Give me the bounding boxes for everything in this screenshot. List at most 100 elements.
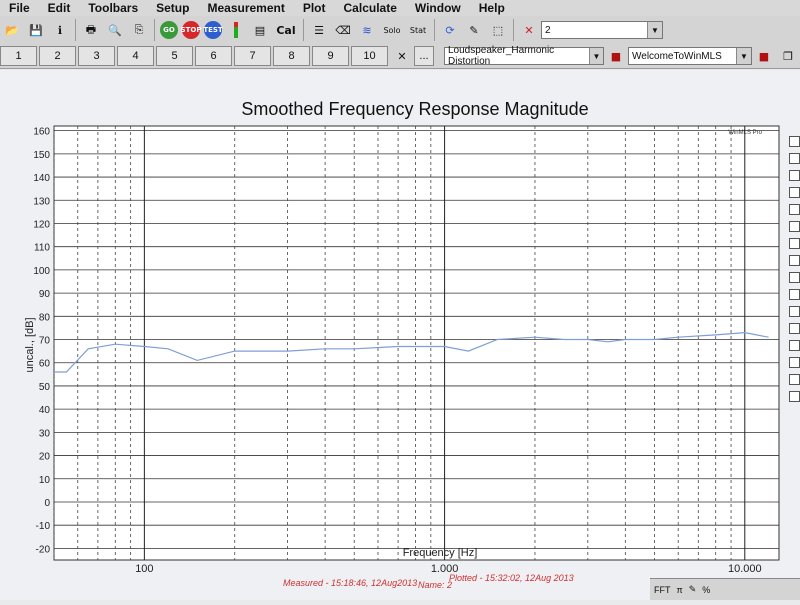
y-tick-label: 70 — [39, 336, 51, 347]
trace-checkbox[interactable] — [789, 221, 800, 232]
test-button[interactable]: TEST — [203, 21, 223, 39]
trace-select-value: 2 — [545, 24, 551, 36]
preset-button-1[interactable]: 1 — [0, 46, 37, 66]
pen-icon[interactable]: ✎ — [464, 20, 484, 40]
record-icon[interactable]: ■ — [606, 46, 626, 66]
trace-checkbox[interactable] — [789, 170, 800, 181]
menu-setup[interactable]: Setup — [147, 1, 198, 15]
y-tick-label: 30 — [39, 428, 51, 439]
eraser-icon[interactable]: ⌫ — [333, 20, 353, 40]
level-meter-icon[interactable] — [226, 20, 246, 40]
pi-icon[interactable]: π — [677, 585, 683, 595]
chevron-down-icon[interactable]: ▼ — [736, 48, 751, 64]
y-tick-label: 160 — [33, 127, 50, 138]
trace-checkbox[interactable] — [789, 340, 800, 351]
delete-trace-icon[interactable]: ✕ — [519, 20, 539, 40]
preset-button-5[interactable]: 5 — [156, 46, 193, 66]
print-preview-icon[interactable]: 🔍 — [105, 20, 125, 40]
preset-button-8[interactable]: 8 — [273, 46, 310, 66]
stat-button[interactable]: Stat — [407, 20, 429, 40]
x-tick-label: 10.000 — [728, 563, 762, 575]
menu-help[interactable]: Help — [470, 1, 514, 15]
y-tick-label: 60 — [39, 359, 51, 370]
y-tick-label: 150 — [33, 150, 50, 161]
chevron-down-icon[interactable]: ▼ — [647, 22, 662, 38]
trace-checkbox[interactable] — [789, 391, 800, 402]
save-icon[interactable]: 💾 — [26, 20, 46, 40]
preset-button-10[interactable]: 10 — [351, 46, 388, 66]
stop-button[interactable]: STOP — [181, 21, 201, 39]
preset-button-6[interactable]: 6 — [195, 46, 232, 66]
trace-select[interactable]: 2 ▼ — [541, 21, 663, 39]
preset-button-9[interactable]: 9 — [312, 46, 349, 66]
cube-icon[interactable]: ⬚ — [488, 20, 508, 40]
refresh-icon[interactable]: ⟳ — [440, 20, 460, 40]
trace-checkbox[interactable] — [789, 272, 800, 283]
print-icon[interactable]: 🖶 — [81, 20, 101, 40]
plot-area[interactable] — [53, 125, 780, 561]
menu-calculate[interactable]: Calculate — [335, 1, 406, 15]
window-icon[interactable]: ❐ — [778, 46, 798, 66]
menu-plot[interactable]: Plot — [294, 1, 335, 15]
trace-checkbox[interactable] — [789, 374, 800, 385]
menu-window[interactable]: Window — [406, 1, 470, 15]
plot-window: Smoothed Frequency Response Magnitude 16… — [0, 70, 800, 600]
macro-select-value: Loudspeaker_Harmonic Distortion — [448, 45, 555, 67]
y-tick-label: 50 — [39, 382, 51, 393]
toolbar-divider — [75, 19, 76, 41]
menu-measurement[interactable]: Measurement — [198, 1, 293, 15]
list-icon[interactable]: ☰ — [309, 20, 329, 40]
preset-button-3[interactable]: 3 — [78, 46, 115, 66]
pen-icon[interactable]: ✎ — [689, 584, 697, 595]
percent-icon[interactable]: % — [702, 585, 710, 595]
x-tick-label: 100 — [135, 563, 153, 575]
trace-checkbox[interactable] — [789, 136, 800, 147]
waves-icon[interactable]: ≋ — [357, 20, 377, 40]
preset-button-2[interactable]: 2 — [39, 46, 76, 66]
trace-checkbox[interactable] — [789, 153, 800, 164]
chart-title: Smoothed Frequency Response Magnitude — [241, 99, 588, 119]
save-setup-icon[interactable]: ■ — [754, 46, 774, 66]
trace-checkbox[interactable] — [789, 238, 800, 249]
preset-button-7[interactable]: 7 — [234, 46, 271, 66]
open-folder-icon[interactable]: 📂 — [2, 20, 22, 40]
y-tick-label: 40 — [39, 405, 51, 416]
y-axis-label: uncal., [dB] — [24, 317, 36, 372]
menu-file[interactable]: File — [0, 1, 39, 15]
fft-label[interactable]: FFT — [654, 585, 671, 595]
copy-icon[interactable]: ⎘ — [129, 20, 149, 40]
trace-checkbox[interactable] — [789, 289, 800, 300]
trace-checkbox[interactable] — [789, 204, 800, 215]
go-button[interactable]: GO — [160, 21, 178, 39]
solo-button[interactable]: Solo — [381, 20, 403, 40]
preset-button-4[interactable]: 4 — [117, 46, 154, 66]
y-tick-label: 90 — [39, 289, 51, 300]
frequency-response-chart[interactable]: Smoothed Frequency Response Magnitude 16… — [0, 70, 800, 600]
y-tick-label: 110 — [34, 243, 50, 254]
trace-checkbox[interactable] — [789, 306, 800, 317]
toolbar-divider — [513, 19, 514, 41]
macro-select[interactable]: Loudspeaker_Harmonic Distortion ▼ — [444, 45, 604, 67]
secondary-toolbar: 1 2 3 4 5 6 7 8 9 10 ✕ ... Loudspeaker_H… — [0, 44, 800, 69]
toolbar-divider — [303, 19, 304, 41]
trace-checkbox[interactable] — [789, 187, 800, 198]
close-icon[interactable]: ✕ — [392, 46, 412, 66]
y-tick-label: 100 — [33, 266, 50, 277]
y-tick-label: 20 — [39, 452, 51, 463]
trace-checkbox[interactable] — [789, 255, 800, 266]
measurement-name: Name: 2 — [418, 580, 452, 590]
y-tick-label: -20 — [36, 544, 51, 555]
calibration-icon[interactable]: ▤ — [250, 20, 270, 40]
setup-select[interactable]: WelcomeToWinMLS ▼ — [628, 47, 752, 65]
cal-button[interactable]: Cal — [274, 20, 298, 40]
menu-edit[interactable]: Edit — [39, 1, 80, 15]
more-button[interactable]: ... — [414, 46, 434, 66]
trace-checkbox[interactable] — [789, 357, 800, 368]
menu-toolbars[interactable]: Toolbars — [79, 1, 147, 15]
x-axis-label: Frequency [Hz] — [403, 547, 478, 559]
info-icon[interactable]: ℹ — [50, 20, 70, 40]
trace-checkbox[interactable] — [789, 323, 800, 334]
menu-bar: File Edit Toolbars Setup Measurement Plo… — [0, 0, 800, 16]
chevron-down-icon[interactable]: ▼ — [588, 48, 603, 64]
trace-checkbox-strip — [789, 136, 800, 408]
